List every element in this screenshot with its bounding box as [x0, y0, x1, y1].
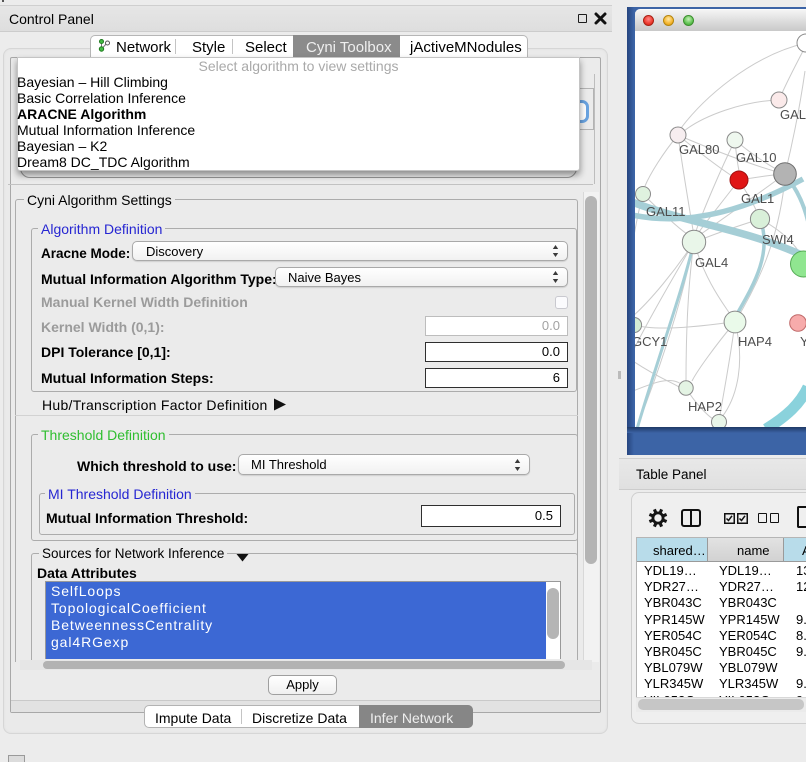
- svg-text:GAL4: GAL4: [695, 255, 728, 270]
- svg-text:HAP4: HAP4: [738, 334, 772, 349]
- svg-text:SWI4: SWI4: [762, 232, 794, 247]
- svg-text:GAL2: GAL2: [780, 107, 806, 122]
- svg-text:GAL1: GAL1: [741, 191, 774, 206]
- svg-text:Y: Y: [800, 334, 806, 349]
- svg-text:GAL10: GAL10: [736, 150, 776, 165]
- svg-text:GAL80: GAL80: [679, 142, 719, 157]
- svg-text:GAL11: GAL11: [646, 204, 686, 219]
- svg-text:HAP2: HAP2: [688, 399, 722, 414]
- svg-text:GCY1: GCY1: [635, 334, 667, 349]
